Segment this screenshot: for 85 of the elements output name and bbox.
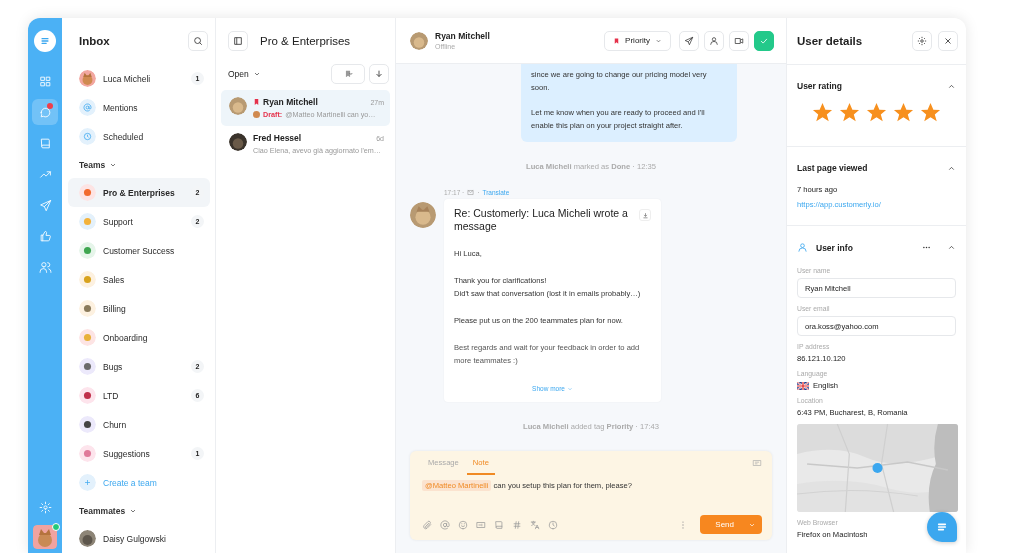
details-title: User details <box>797 35 863 47</box>
user-icon <box>797 242 808 253</box>
section-title: User info <box>816 242 853 253</box>
chat-nav-button[interactable] <box>32 99 58 125</box>
avatar <box>410 31 428 50</box>
team-item[interactable]: Onboarding <box>68 323 210 352</box>
settings-icon <box>38 500 52 514</box>
inbox-item[interactable]: Mentions <box>68 93 210 122</box>
chat-icon <box>38 105 52 119</box>
avatar <box>79 70 96 87</box>
mark-done-button[interactable] <box>754 30 774 51</box>
user-icon <box>709 35 719 46</box>
clock-icon[interactable] <box>548 519 558 530</box>
chevron-down-icon <box>566 385 573 392</box>
tag-filter-button[interactable] <box>331 64 365 84</box>
online-dot <box>52 523 60 531</box>
hash-icon[interactable] <box>512 519 522 530</box>
plus-icon <box>79 474 96 491</box>
teammates-heading[interactable]: Teammates <box>68 497 138 524</box>
translate-icon[interactable] <box>530 519 540 530</box>
priority-dropdown[interactable]: Priority <box>604 30 671 51</box>
chat-launcher-button[interactable] <box>927 512 957 542</box>
users-icon <box>38 260 52 274</box>
team-item[interactable]: Sales <box>68 265 210 294</box>
smiley-icon[interactable] <box>458 519 468 530</box>
star-icon <box>865 101 888 124</box>
inbox-title: Inbox <box>79 35 110 47</box>
sort-button[interactable] <box>369 64 389 84</box>
chevron-down-icon <box>252 70 261 78</box>
send-button[interactable] <box>679 30 699 51</box>
close-button[interactable] <box>938 31 958 51</box>
sidebar-icon <box>233 36 243 46</box>
close-icon <box>943 36 953 46</box>
team-item[interactable]: Billing <box>68 294 210 323</box>
avatar <box>229 133 247 151</box>
section-title: Last page viewed <box>797 163 868 173</box>
keyboard-icon[interactable] <box>752 458 762 468</box>
star-icon <box>811 101 834 124</box>
bookmark-icon <box>613 36 621 45</box>
team-item[interactable]: Churn <box>68 410 210 439</box>
collapse-icon[interactable] <box>947 243 956 252</box>
settings-icon <box>917 36 927 46</box>
avatar <box>253 111 260 118</box>
star-icon <box>838 101 861 124</box>
arrow-down-icon <box>374 69 384 79</box>
grid-icon <box>38 74 52 88</box>
avatar <box>79 530 96 547</box>
assign-user-button[interactable] <box>704 30 724 51</box>
download-icon <box>641 211 649 219</box>
teammate-item[interactable]: Daisy Gulgowski <box>68 524 210 553</box>
star-icon <box>892 101 915 124</box>
chat-logo-icon <box>34 30 56 52</box>
thumbs-up-icon <box>38 229 52 243</box>
team-item[interactable]: Customer Success <box>68 236 210 265</box>
avatar[interactable] <box>33 525 57 549</box>
paper-plane-icon <box>38 198 52 212</box>
settings-button[interactable] <box>912 31 932 51</box>
book-icon <box>38 136 52 150</box>
flag-icon <box>797 381 809 390</box>
book-icon[interactable] <box>494 519 504 530</box>
search-button[interactable] <box>188 31 208 51</box>
contact-name: Ryan Mitchell <box>263 97 319 107</box>
contact-name: Fred Hessel <box>253 133 303 143</box>
at-sign-icon[interactable] <box>440 519 450 530</box>
email-subject: Re: Customerly: Luca Micheli wrote a message <box>454 207 629 233</box>
status-filter-dropdown[interactable]: Open <box>228 69 261 79</box>
avatar <box>410 202 436 228</box>
video-call-button[interactable] <box>729 30 749 51</box>
avatar <box>229 97 247 115</box>
clock-icon <box>79 128 96 145</box>
gif-icon[interactable] <box>476 519 486 530</box>
mail-icon <box>467 189 475 196</box>
download-button[interactable] <box>639 209 651 221</box>
contact-name: Ryan Mitchell <box>435 31 490 41</box>
paperclip-icon[interactable] <box>422 519 432 530</box>
inbox-item[interactable]: Scheduled <box>68 122 210 151</box>
team-title: Pro & Enterprises <box>260 35 351 47</box>
at-sign-icon <box>79 99 96 116</box>
paper-plane-icon <box>684 35 694 46</box>
section-title: User rating <box>797 81 842 91</box>
video-camera-icon <box>734 35 744 46</box>
panel-toggle-button[interactable] <box>228 31 248 51</box>
search-icon <box>193 36 203 46</box>
teams-heading[interactable]: Teams <box>68 151 118 178</box>
star-icon <box>919 101 942 124</box>
